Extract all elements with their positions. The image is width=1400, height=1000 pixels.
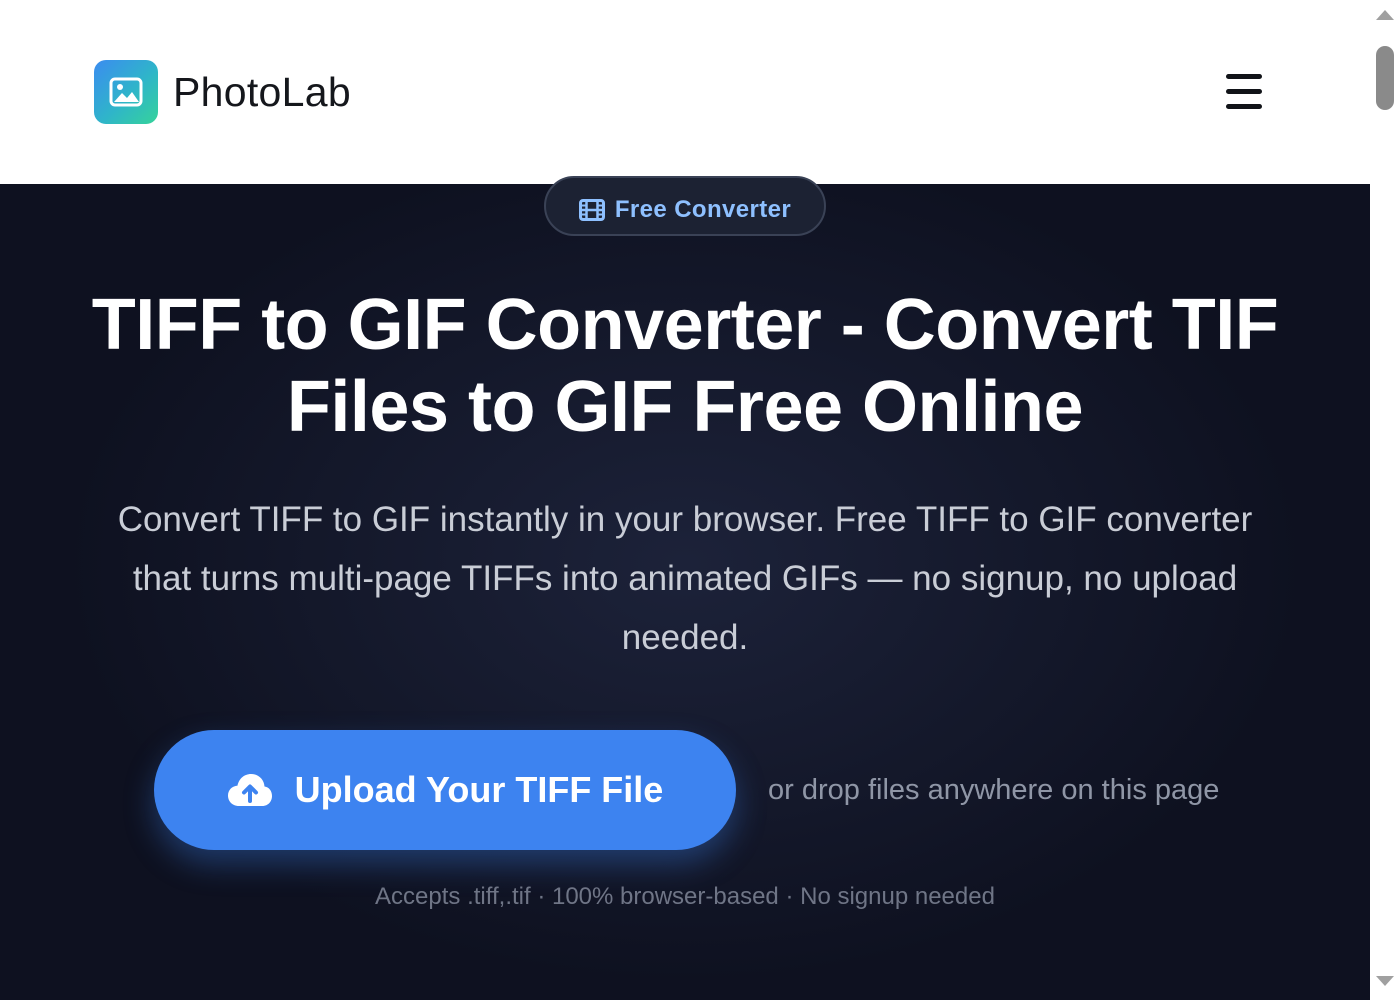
badge-label: Free Converter bbox=[614, 196, 792, 223]
free-converter-badge: Free Converter bbox=[544, 176, 826, 236]
scroll-down-arrow-icon[interactable] bbox=[1376, 976, 1394, 986]
hero-subtitle: Convert TIFF to GIF instantly in your br… bbox=[117, 500, 1253, 657]
upload-tiff-button[interactable]: Upload Your TIFF File bbox=[154, 730, 736, 850]
logo-link[interactable] bbox=[94, 60, 158, 124]
film-icon bbox=[578, 199, 605, 221]
scroll-up-arrow-icon[interactable] bbox=[1376, 10, 1394, 20]
hamburger-menu-button[interactable] bbox=[1222, 70, 1266, 114]
hero-section: Free Converter TIFF to GIF Converter - C… bbox=[0, 176, 1370, 1000]
brand-name[interactable]: PhotoLab bbox=[173, 66, 351, 118]
scroll-thumb[interactable] bbox=[1376, 46, 1394, 110]
image-icon bbox=[109, 77, 143, 107]
hamburger-menu-icon bbox=[1226, 74, 1262, 79]
page-viewport: PhotoLab Free Converter TIFF to GIF Conv… bbox=[0, 0, 1370, 1000]
drop-hint: or drop files anywhere on this page bbox=[768, 774, 1220, 806]
hamburger-menu-icon-bar bbox=[1226, 104, 1262, 109]
hamburger-menu-icon-bar bbox=[1226, 89, 1262, 94]
cloud-upload-icon bbox=[227, 774, 272, 806]
accepts-note: Accepts .tiff,.tif · 100% browser-based … bbox=[375, 883, 995, 910]
upload-button-label: Upload Your TIFF File bbox=[294, 769, 664, 810]
page-scrollbar[interactable] bbox=[1370, 0, 1400, 1000]
site-header: PhotoLab bbox=[0, 0, 1370, 184]
page-title: TIFF to GIF Converter - Convert TIF File… bbox=[91, 285, 1279, 447]
